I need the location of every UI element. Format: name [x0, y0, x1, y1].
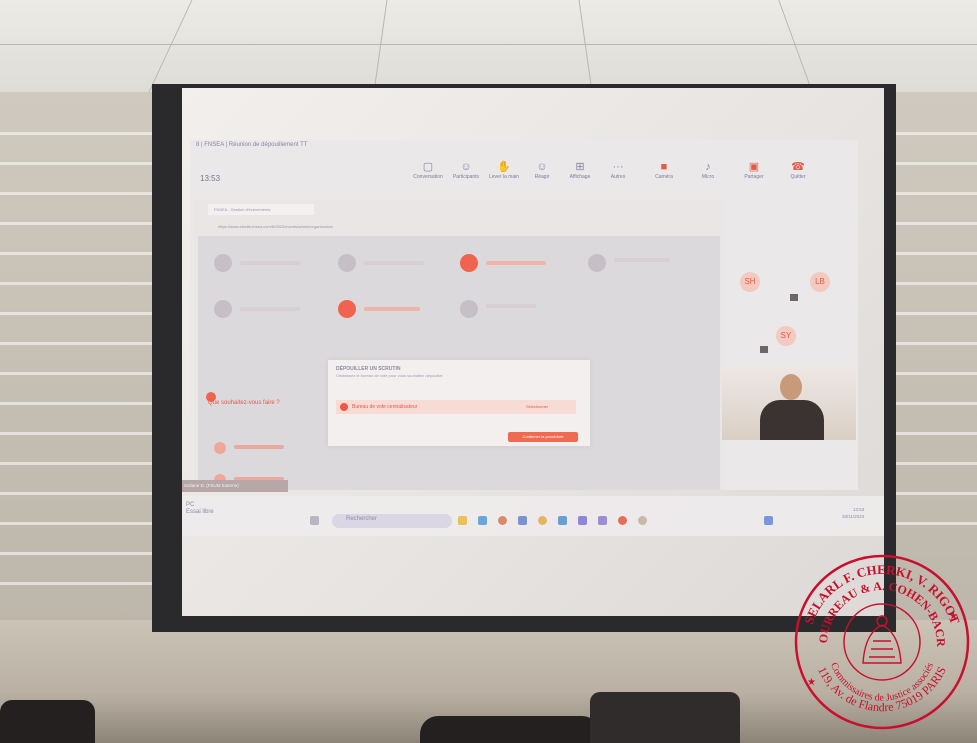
app-icon[interactable]: [498, 516, 507, 525]
star-icon: ★: [949, 611, 958, 622]
phone-icon: ☎: [791, 161, 805, 173]
app-icon[interactable]: [598, 516, 607, 525]
app-icon[interactable]: [478, 516, 487, 525]
raise-hand-icon: ✋: [497, 161, 511, 173]
person-body: [760, 400, 824, 440]
laptop: [590, 692, 740, 743]
leave-button[interactable]: ☎ Quitter: [780, 160, 816, 180]
web-page: Que souhaitez-vous faire ? DÉPOUILLER UN…: [198, 236, 720, 490]
more-button[interactable]: ··· Autres: [600, 160, 636, 180]
bailiff-stamp-seal: SELARL F. CHERKI, V. RIGOT BOURREAU & A.…: [793, 553, 970, 730]
app-icon[interactable]: [558, 516, 567, 525]
radio-indicator: [340, 403, 348, 411]
chat-icon: ▢: [422, 161, 434, 173]
mic-button[interactable]: ♪ Micro: [690, 160, 726, 180]
file-explorer-icon[interactable]: [458, 516, 467, 525]
app-icon[interactable]: [518, 516, 527, 525]
more-icon: ···: [612, 161, 624, 173]
taskbar-clock: 13:53 28/11/2023: [842, 507, 865, 519]
app-icon[interactable]: [638, 516, 647, 525]
mic-icon: ♪: [705, 161, 711, 173]
windows-taskbar: PC Essai libre Rechercher 13:53 28/11/20…: [182, 496, 884, 536]
teams-icon[interactable]: [578, 516, 587, 525]
browser-window: FNSEA - Gestion d'événements https://www…: [194, 200, 724, 490]
participants-button[interactable]: ☺ Participants: [448, 160, 484, 180]
start-icon[interactable]: [310, 516, 319, 525]
page-heading: Que souhaitez-vous faire ?: [208, 400, 280, 406]
participant-video[interactable]: [722, 364, 856, 440]
chat-button[interactable]: ▢ Conversation: [410, 160, 446, 180]
step-dot: [214, 254, 232, 272]
browser-tab[interactable]: FNSEA - Gestion d'événements: [208, 204, 314, 215]
presenter-status-bar: Sofiane D. (FSUM Externe): [182, 480, 288, 492]
chair: [420, 716, 600, 743]
projected-screen: 8 | FNSEA | Réunion de dépouillement TT …: [182, 88, 884, 616]
app-icon[interactable]: [618, 516, 627, 525]
share-button[interactable]: ▣ Partager: [736, 160, 772, 180]
meeting-toolbar: ▢ Conversation ☺ Participants ✋ Lever la ma…: [410, 160, 858, 194]
person-head: [780, 374, 802, 400]
participant-avatar-sy[interactable]: SY: [776, 326, 796, 346]
dialog-subtitle: Choisissez le bureau de vote pour vous s…: [336, 373, 443, 378]
url-bar[interactable]: https://www.electis-fnsea.com/fr/2023/ev…: [218, 222, 598, 232]
stamp-emblem: [862, 615, 902, 664]
camera-button[interactable]: ■ Caméra: [646, 160, 682, 180]
react-button[interactable]: ☺ Réagir: [524, 160, 560, 180]
option-label: Bureau de vote centralisateur: [352, 404, 418, 410]
participant-avatar-sh[interactable]: SH: [740, 272, 760, 292]
tray-icon[interactable]: [764, 516, 773, 525]
chrome-icon[interactable]: [538, 516, 547, 525]
view-button[interactable]: ⊞ Affichage: [562, 160, 598, 180]
people-icon: ☺: [460, 161, 472, 173]
camera-icon: ■: [660, 161, 668, 173]
ceiling: [0, 0, 977, 92]
confirm-button[interactable]: Confirmer la procédure: [508, 432, 578, 442]
taskbar-search[interactable]: Rechercher: [332, 514, 452, 528]
select-button[interactable]: Sélectionner: [526, 404, 548, 409]
polling-station-option[interactable]: Bureau de vote centralisateur Sélectionn…: [336, 400, 576, 414]
dialog-title: DÉPOUILLER UN SCRUTIN: [336, 366, 401, 372]
step-dot: [338, 254, 356, 272]
meeting-timer: 13:53: [200, 174, 221, 183]
count-ballot-dialog: DÉPOUILLER UN SCRUTIN Choisissez le bure…: [328, 360, 590, 446]
step-dot-active: [460, 254, 478, 272]
raise-hand-button[interactable]: ✋ Lever la main: [486, 160, 522, 180]
step-dot: [214, 300, 232, 318]
smile-icon: ☺: [536, 161, 548, 173]
search-placeholder: Rechercher: [346, 516, 378, 522]
step-dot: [460, 300, 478, 318]
step-dot-active: [338, 300, 356, 318]
mic-muted-icon: [790, 294, 798, 301]
mic-muted-icon: [760, 346, 768, 353]
participant-avatar-lb[interactable]: LB: [810, 272, 830, 292]
teams-window-title: 8 | FNSEA | Réunion de dépouillement TT: [196, 142, 308, 148]
share-icon: ▣: [748, 161, 760, 173]
grid-icon: ⊞: [575, 161, 585, 173]
window-blinds-right: [890, 92, 977, 632]
star-icon: ★: [807, 677, 816, 688]
chair: [0, 700, 95, 743]
step-dot: [588, 254, 606, 272]
pc-label: PC Essai libre: [186, 502, 214, 515]
